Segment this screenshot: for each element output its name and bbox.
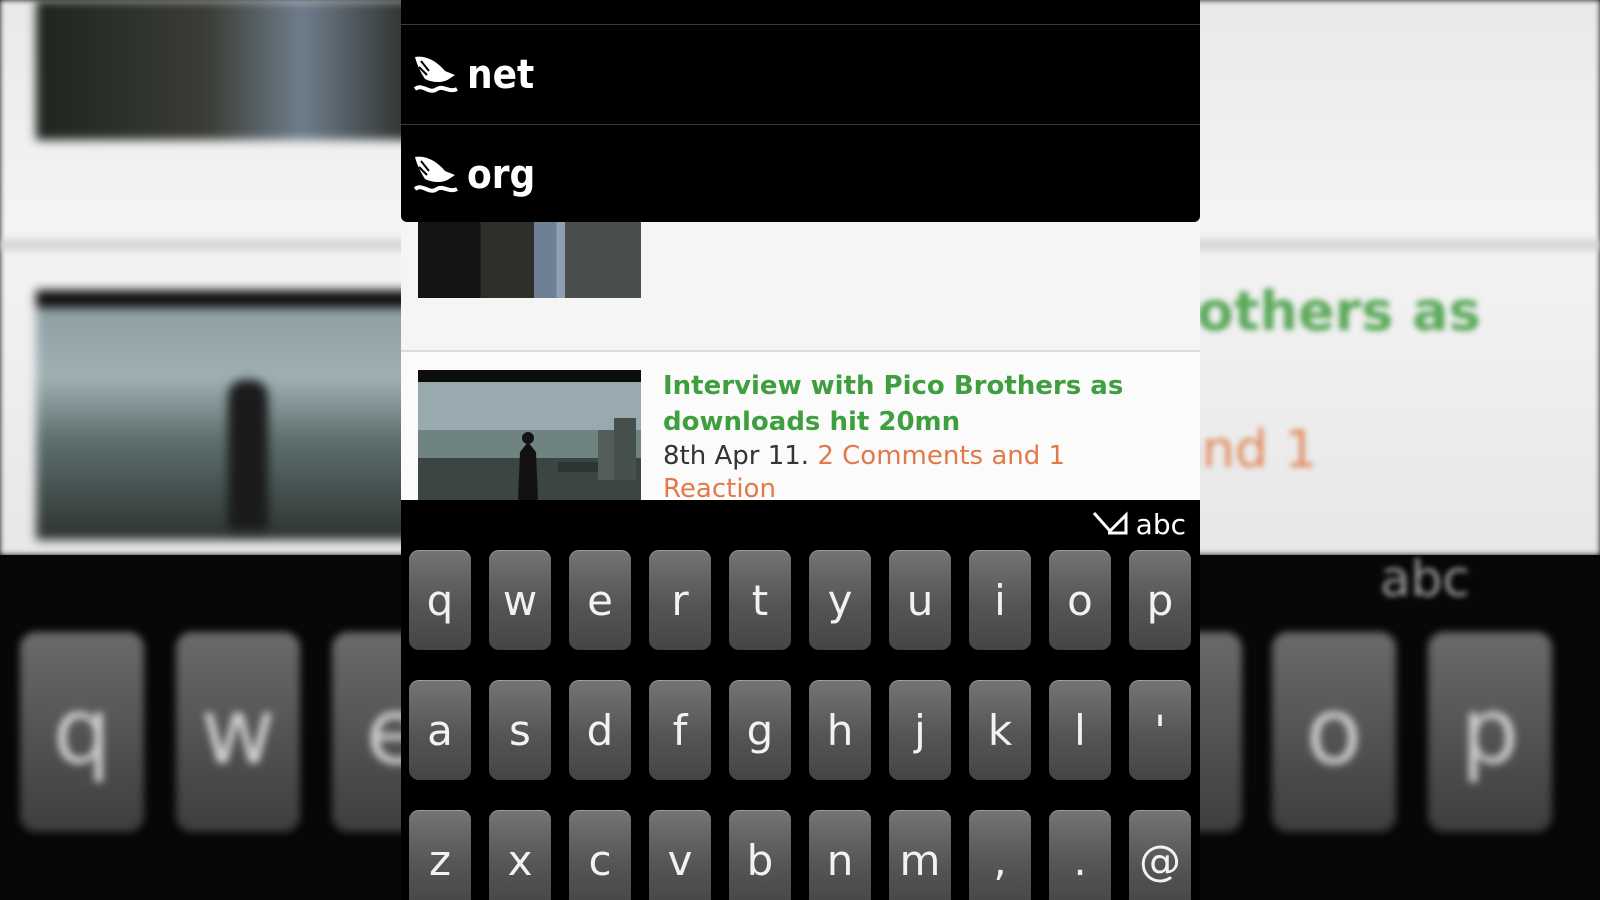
article-meta: 8th Apr 11. 2 Comments and 1 Reaction [663,440,1183,500]
key[interactable]: w [489,550,551,650]
thumbnail-image [418,370,641,500]
key[interactable]: g [729,680,791,780]
bg-key: w [176,632,300,832]
key[interactable]: z [409,810,471,900]
keyboard-status-bar: abc [401,500,1200,548]
key[interactable]: d [569,680,631,780]
key[interactable]: o [1049,550,1111,650]
key[interactable]: x [489,810,551,900]
suggestion-net[interactable]: net [401,25,1200,125]
key[interactable]: j [889,680,951,780]
key[interactable]: , [969,810,1031,900]
key[interactable]: p [1129,550,1191,650]
keyboard-row-1: qwertyuiop [409,550,1191,650]
article-thumbnail[interactable] [418,370,641,500]
autocomplete-dropdown: net org [401,0,1200,222]
bg-thumbnail [36,290,416,540]
key[interactable]: s [489,680,551,780]
keyboard-row-2: a s d f g h j k l ' [409,680,1191,780]
article-thumbnail[interactable] [418,222,641,298]
bg-title-fragment: rothers as [1170,280,1481,343]
key[interactable]: k [969,680,1031,780]
bird-icon [413,156,458,193]
bird-icon [413,56,458,93]
article-previous[interactable] [401,222,1200,353]
key[interactable]: i [969,550,1031,650]
suggestion-label: net [467,51,535,98]
key[interactable]: v [649,810,711,900]
suggestion-org[interactable]: org [401,125,1200,224]
article-item[interactable]: Interview with Pico Brothers as download… [401,352,1200,500]
phone-screen: net org Interview with Pico Brothers as … [401,0,1200,900]
key[interactable]: t [729,550,791,650]
key[interactable]: r [649,550,711,650]
key[interactable]: c [569,810,631,900]
key[interactable]: n [809,810,871,900]
key[interactable]: l [1049,680,1111,780]
key[interactable]: u [889,550,951,650]
key[interactable]: h [809,680,871,780]
bg-thumbnail [36,0,416,140]
keyboard-row-3: z x c v b n m,. @ [409,810,1191,900]
input-mode-label[interactable]: abc [1136,508,1186,541]
bg-key: o [1272,632,1396,832]
bg-key: q [20,632,144,832]
bg-key: p [1428,632,1552,832]
article-date: 8th Apr 11. [663,441,810,471]
key[interactable]: f [649,680,711,780]
suggestion-label: org [467,151,536,198]
hide-keyboard-icon[interactable] [1090,509,1130,539]
article-headline[interactable]: Interview with Pico Brothers as download… [663,368,1183,440]
key[interactable]: y [809,550,871,650]
key[interactable]: a [409,680,471,780]
bg-mode-label: abc [1380,550,1470,608]
dropdown-top-bar [401,0,1200,25]
key[interactable]: @ [1129,810,1191,900]
key[interactable]: m [889,810,951,900]
virtual-keyboard: abc qwertyuiop a s d f g h j k l ' z x c v b n m,. @ [401,500,1200,900]
key[interactable]: . [1049,810,1111,900]
key[interactable]: q [409,550,471,650]
key[interactable]: b [729,810,791,900]
bg-figure [228,380,268,530]
key[interactable]: e [569,550,631,650]
key[interactable]: ' [1129,680,1191,780]
